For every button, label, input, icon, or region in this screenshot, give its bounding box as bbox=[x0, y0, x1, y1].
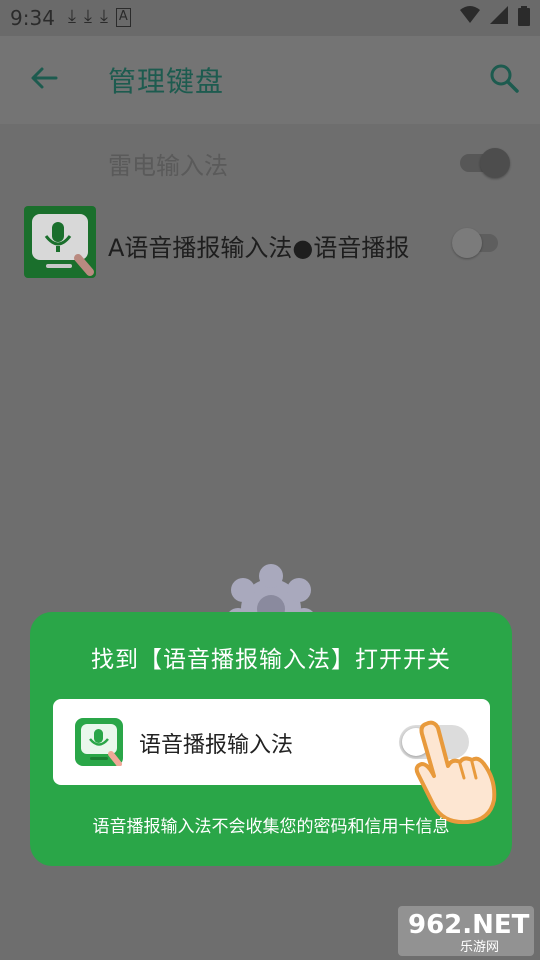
status-time: 9:34 bbox=[10, 6, 55, 30]
privacy-note: 语音播报输入法不会收集您的密码和信用卡信息 bbox=[92, 817, 450, 837]
toggle-knob bbox=[480, 148, 510, 178]
list-item[interactable]: 雷电输入法 bbox=[0, 124, 540, 206]
signal-icon bbox=[490, 6, 508, 24]
instruction-title: 找到【语音播报输入法】打开开关 bbox=[91, 647, 451, 673]
instruction-card: 找到【语音播报输入法】打开开关 语音播报输入法 语音播报输入法不会收集您的密码和… bbox=[30, 612, 512, 866]
pointing-hand-icon bbox=[414, 720, 497, 824]
download-icon: ⤓ bbox=[68, 6, 76, 27]
keyboard-toggle[interactable] bbox=[460, 148, 510, 178]
voice-input-app-icon bbox=[75, 718, 123, 766]
instruction-item-label: 语音播报输入法 bbox=[139, 733, 294, 758]
download-icon: ⤓ bbox=[83, 6, 92, 27]
battery-icon bbox=[518, 6, 530, 26]
keyboard-toggle[interactable] bbox=[452, 228, 498, 258]
toggle-knob bbox=[452, 228, 482, 258]
status-notifications: ⤓ ⤓ ⤓ A bbox=[68, 6, 131, 27]
keyboard-name: 雷电输入法 bbox=[108, 152, 228, 180]
status-system-icons bbox=[460, 6, 530, 26]
a-icon: A bbox=[115, 8, 131, 27]
watermark-sub: 乐游网 bbox=[460, 940, 500, 955]
download-icon: ⤓ bbox=[99, 6, 108, 27]
back-arrow-icon[interactable] bbox=[26, 60, 62, 96]
keyboard-list: 雷电输入法 bbox=[0, 124, 540, 206]
page-title: 管理键盘 bbox=[108, 65, 225, 98]
status-bar: 9:34 ⤓ ⤓ ⤓ A bbox=[0, 0, 540, 36]
search-icon[interactable] bbox=[486, 60, 522, 96]
app-bar: 管理键盘 bbox=[0, 36, 540, 124]
voice-input-app-icon bbox=[24, 206, 96, 278]
site-watermark: 962.NET 乐游网 bbox=[398, 906, 534, 956]
wifi-icon bbox=[460, 6, 480, 23]
keyboard-name: A语音播报输入法●语音播报 bbox=[108, 234, 410, 262]
